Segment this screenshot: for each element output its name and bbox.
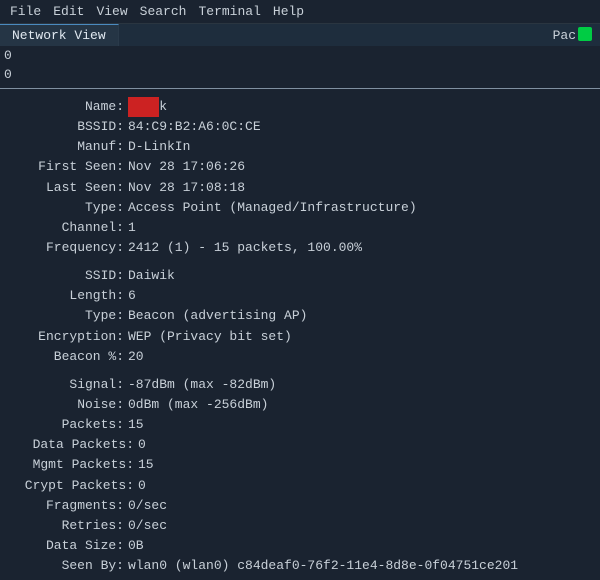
menu-file[interactable]: File [4,2,47,21]
ssid-type-row: Type: Beacon (advertising AP) [8,306,592,326]
connection-indicator [578,27,592,41]
data-packets-value: 0 [138,435,146,455]
fragments-value: 0/sec [128,496,167,516]
zero-top: 0 [0,46,600,65]
retries-row: Retries: 0/sec [8,516,592,536]
data-packets-row: Data Packets: 0 [8,435,592,455]
bssid-row: BSSID: 84:C9:B2:A6:0C:CE [8,117,592,137]
mgmt-packets-row: Mgmt Packets: 15 [8,455,592,475]
retries-value: 0/sec [128,516,167,536]
type-label: Type: [8,198,128,218]
type-value: Access Point (Managed/Infrastructure) [128,198,417,218]
info-panel: Name: k BSSID: 84:C9:B2:A6:0C:CE Manuf: … [0,93,600,580]
encryption-label: Encryption: [8,327,128,347]
crypt-packets-row: Crypt Packets: 0 [8,476,592,496]
beacon-row: Beacon %: 20 [8,347,592,367]
manuf-row: Manuf: D-LinkIn [8,137,592,157]
frequency-value: 2412 (1) - 15 packets, 100.00% [128,238,362,258]
manuf-label: Manuf: [8,137,128,157]
first-seen-row: First Seen: Nov 28 17:06:26 [8,157,592,177]
noise-label: Noise: [8,395,128,415]
data-packets-label: Data Packets: [8,435,138,455]
channel-row: Channel: 1 [8,218,592,238]
noise-row: Noise: 0dBm (max -256dBm) [8,395,592,415]
length-value: 6 [128,286,136,306]
crypt-packets-value: 0 [138,476,146,496]
menu-search[interactable]: Search [134,2,193,21]
packets-row: Packets: 15 [8,415,592,435]
retries-label: Retries: [8,516,128,536]
name-redbox [128,97,159,117]
signal-value: -87dBm (max -82dBm) [128,375,276,395]
name-row: Name: k [8,97,592,117]
name-label: Name: [8,97,128,117]
frequency-label: Frequency: [8,238,128,258]
mgmt-packets-value: 15 [138,455,154,475]
pac-label: Pac [553,28,576,43]
ssid-row: SSID: Daiwik [8,266,592,286]
fragments-row: Fragments: 0/sec [8,496,592,516]
menu-terminal[interactable]: Terminal [192,2,266,21]
main-content: 0 Name: k BSSID: 84:C9:B2:A6:0C:CE Manuf… [0,65,600,580]
packets-label: Packets: [8,415,128,435]
data-size-row: Data Size: 0B [8,536,592,556]
last-seen-label: Last Seen: [8,178,128,198]
encryption-value: WEP (Privacy bit set) [128,327,292,347]
bssid-label: BSSID: [8,117,128,137]
signal-label: Signal: [8,375,128,395]
type-row: Type: Access Point (Managed/Infrastructu… [8,198,592,218]
frequency-row: Frequency: 2412 (1) - 15 packets, 100.00… [8,238,592,258]
first-seen-value: Nov 28 17:06:26 [128,157,245,177]
menu-view[interactable]: View [90,2,133,21]
ssid-label: SSID: [8,266,128,286]
channel-label: Channel: [8,218,128,238]
bssid-value: 84:C9:B2:A6:0C:CE [128,117,261,137]
tab-network-view[interactable]: Network View [0,24,119,46]
seen-by-label: Seen By: [8,556,128,576]
first-seen-label: First Seen: [8,157,128,177]
length-row: Length: 6 [8,286,592,306]
noise-value: 0dBm (max -256dBm) [128,395,268,415]
seen-by-value: wlan0 (wlan0) c84deaf0-76f2-11e4-8d8e-0f… [128,556,518,576]
last-seen-row: Last Seen: Nov 28 17:08:18 [8,178,592,198]
encryption-row: Encryption: WEP (Privacy bit set) [8,327,592,347]
tabbar: Network View Pac [0,24,600,46]
channel-value: 1 [128,218,136,238]
menu-edit[interactable]: Edit [47,2,90,21]
ssid-type-label: Type: [8,306,128,326]
ssid-type-value: Beacon (advertising AP) [128,306,307,326]
last-seen-value: Nov 28 17:08:18 [128,178,245,198]
packets-value: 15 [128,415,144,435]
name-value: k [159,97,167,117]
menu-help[interactable]: Help [267,2,310,21]
fragments-label: Fragments: [8,496,128,516]
ssid-value: Daiwik [128,266,175,286]
menubar: File Edit View Search Terminal Help [0,0,600,24]
beacon-label: Beacon %: [8,347,128,367]
separator [0,88,600,89]
data-size-label: Data Size: [8,536,128,556]
beacon-value: 20 [128,347,144,367]
zero-mid: 0 [0,65,600,84]
seen-by-row: Seen By: wlan0 (wlan0) c84deaf0-76f2-11e… [8,556,592,576]
crypt-packets-label: Crypt Packets: [8,476,138,496]
signal-row: Signal: -87dBm (max -82dBm) [8,375,592,395]
data-size-value: 0B [128,536,144,556]
length-label: Length: [8,286,128,306]
manuf-value: D-LinkIn [128,137,190,157]
mgmt-packets-label: Mgmt Packets: [8,455,138,475]
